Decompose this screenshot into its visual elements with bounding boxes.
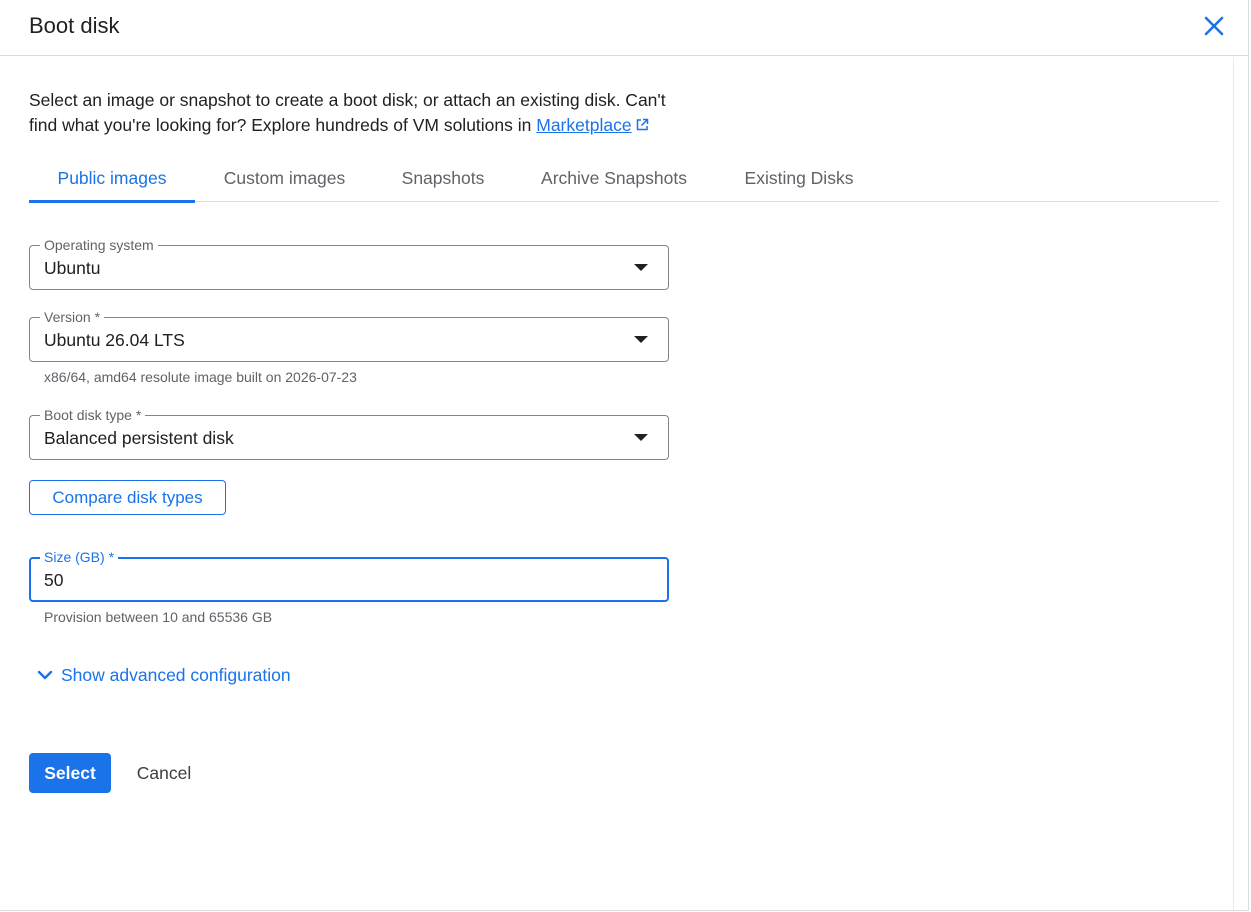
select-button[interactable]: Select	[29, 753, 111, 793]
operating-system-value: Ubuntu	[44, 258, 101, 278]
marketplace-link[interactable]: Marketplace	[536, 115, 648, 135]
size-label: Size (GB) *	[40, 548, 119, 566]
compare-disk-types-button[interactable]: Compare disk types	[29, 480, 226, 515]
image-source-tabs: Public images Custom images Snapshots Ar…	[29, 157, 1219, 203]
tab-archive-snapshots[interactable]: Archive Snapshots	[525, 157, 703, 201]
dropdown-arrow-icon	[634, 264, 648, 271]
boot-disk-type-value: Balanced persistent disk	[44, 428, 234, 448]
tab-public-images[interactable]: Public images	[29, 157, 195, 203]
tab-snapshots[interactable]: Snapshots	[387, 157, 499, 201]
panel-header: Boot disk	[0, 0, 1249, 56]
show-advanced-configuration-label: Show advanced configuration	[61, 664, 291, 685]
size-value[interactable]: 50	[44, 570, 63, 591]
chevron-down-icon	[37, 670, 53, 680]
tab-existing-disks[interactable]: Existing Disks	[729, 157, 869, 201]
dropdown-arrow-icon	[634, 434, 648, 441]
version-hint: x86/64, amd64 resolute image built on 20…	[44, 369, 357, 385]
description: Select an image or snapshot to create a …	[29, 88, 689, 139]
boot-disk-panel: Boot disk Select an image or snapshot to…	[0, 0, 1249, 911]
version-value: Ubuntu 26.04 LTS	[44, 330, 185, 350]
boot-disk-type-label: Boot disk type *	[40, 406, 146, 424]
operating-system-label: Operating system	[40, 236, 158, 254]
version-label: Version *	[40, 308, 105, 326]
dropdown-arrow-icon	[634, 336, 648, 343]
panel-title: Boot disk	[29, 13, 120, 38]
tab-custom-images[interactable]: Custom images	[207, 157, 362, 201]
external-link-icon	[635, 114, 649, 139]
boot-disk-type-select[interactable]: Boot disk type * Balanced persistent dis…	[29, 406, 669, 460]
size-input[interactable]: Size (GB) * 50	[29, 548, 669, 602]
operating-system-select[interactable]: Operating system Ubuntu	[29, 236, 669, 290]
close-icon[interactable]	[1200, 12, 1228, 40]
scrollbar-track[interactable]	[1233, 57, 1234, 910]
size-hint: Provision between 10 and 65536 GB	[44, 609, 273, 625]
version-select[interactable]: Version * Ubuntu 26.04 LTS	[29, 308, 669, 362]
cancel-button[interactable]: Cancel	[125, 753, 203, 793]
show-advanced-configuration-toggle[interactable]: Show advanced configuration	[35, 663, 291, 687]
